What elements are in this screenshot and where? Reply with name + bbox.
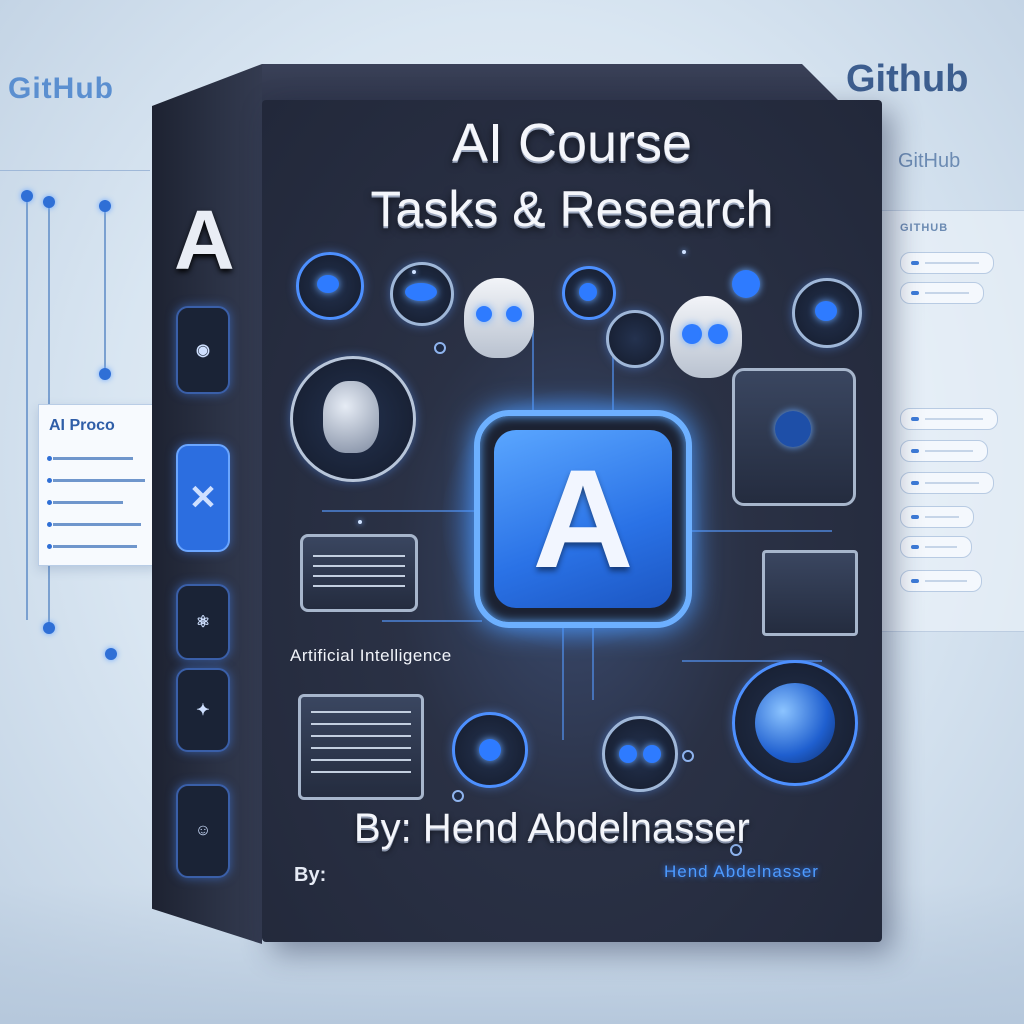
cover-caption: Artificial Intelligence — [290, 646, 452, 665]
spine-face-icon: ☺ — [176, 784, 230, 878]
robot-icon — [602, 716, 678, 792]
circuit-node — [452, 790, 464, 802]
list-pill — [900, 252, 994, 274]
list-pill — [900, 536, 972, 558]
divider — [0, 170, 150, 171]
app-logo-letter: A — [494, 430, 672, 608]
github-small-label: GITHUB — [900, 222, 949, 234]
robot-head-icon — [670, 296, 742, 378]
code-screen-icon — [298, 694, 424, 800]
app-logo: A — [474, 410, 692, 628]
timeline-dot — [21, 190, 33, 202]
list-pill — [900, 506, 974, 528]
card-row — [47, 478, 145, 483]
circuit-node — [434, 342, 446, 354]
card-row — [47, 500, 123, 505]
spine-brain-icon: ◉ — [176, 306, 230, 394]
spine-tools-icon: ✕ — [176, 444, 230, 552]
circuit-line — [382, 620, 482, 622]
author-name: By: Hend Abdelnasser — [354, 806, 750, 850]
circuit-line — [682, 530, 832, 532]
robot-icon — [792, 278, 862, 348]
box-front-cover: AI Course Tasks & Research A Artificial … — [262, 100, 882, 942]
sparkle — [358, 520, 362, 524]
by-label: By: — [294, 864, 327, 886]
spine-letter: A — [174, 193, 235, 287]
robot-icon — [296, 252, 364, 320]
box-spine: A ◉ ✕ ⚛ ✦ ☺ — [152, 64, 262, 944]
timeline-dot — [43, 622, 55, 634]
github-label-left: GitHub — [8, 72, 114, 105]
robot-icon — [390, 262, 454, 326]
list-pill — [900, 440, 988, 462]
circuit-node — [682, 750, 694, 762]
network-icon — [452, 712, 528, 788]
list-pill — [900, 282, 984, 304]
spine-atom-icon: ⚛ — [176, 584, 230, 660]
github-subtitle: GitHub — [898, 150, 961, 172]
cover-title-line2: Tasks & Research — [370, 181, 774, 237]
robot-head-icon — [464, 278, 534, 358]
server-icon — [762, 550, 858, 636]
sparkle — [412, 270, 416, 274]
gear-icon — [606, 310, 664, 368]
timeline-dot — [99, 368, 111, 380]
globe-icon — [732, 660, 858, 786]
sparkle — [682, 250, 686, 254]
list-pill — [900, 570, 982, 592]
card-row — [47, 522, 141, 527]
glow-node-icon — [732, 270, 760, 298]
list-pill — [900, 408, 998, 430]
card-row — [47, 456, 133, 461]
timeline-dot — [99, 200, 111, 212]
shield-icon — [562, 266, 616, 320]
spine-figure-icon: ✦ — [176, 668, 230, 752]
timeline-line — [104, 200, 106, 380]
timeline-line — [26, 190, 28, 620]
timeline-dot — [105, 648, 117, 660]
side-card: AI Proco — [38, 404, 158, 566]
ai-face-icon — [290, 356, 416, 482]
side-card-title: AI Proco — [49, 417, 115, 434]
author-subtitle: Hend Abdelnasser — [664, 862, 819, 881]
list-pill — [900, 472, 994, 494]
cover-title-line1: AI Course — [451, 113, 693, 173]
monitor-icon — [300, 534, 418, 612]
robot-machine-icon — [732, 368, 856, 506]
github-label-right: Github — [846, 58, 969, 100]
timeline-dot — [43, 196, 55, 208]
card-row — [47, 544, 137, 549]
